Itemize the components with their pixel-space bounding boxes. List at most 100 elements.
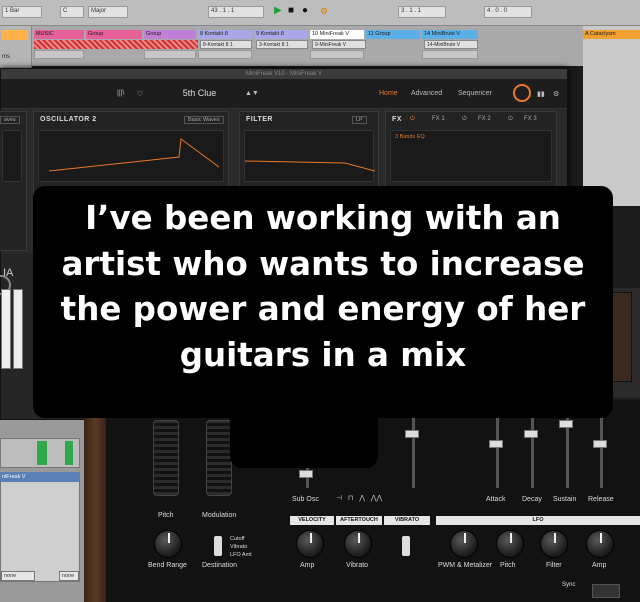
song-position[interactable]: 43 . 1 . 1 bbox=[208, 6, 264, 18]
osc2-type-tag[interactable]: Basic Waves bbox=[184, 116, 224, 124]
sub-osc-fader[interactable] bbox=[299, 470, 313, 478]
filter-type-tag[interactable]: LP bbox=[352, 116, 367, 124]
decay-label: Decay bbox=[522, 496, 542, 503]
clip-slot[interactable] bbox=[144, 50, 196, 59]
osc1-type-tag[interactable]: aves bbox=[0, 116, 20, 124]
pwm-metalizer-label: PWM & Metalizer bbox=[438, 562, 493, 569]
track-header-cataclysm[interactable]: A Cataclysm bbox=[583, 30, 640, 39]
session-track-headers: MUSIC Group Group 8 Kontakt 8 9 Kontakt … bbox=[0, 26, 640, 66]
device-title[interactable]: niFreak V bbox=[0, 472, 80, 482]
destination-label: Destination bbox=[202, 562, 238, 569]
fx-power-icon[interactable]: ⏻ bbox=[410, 116, 415, 123]
osc2-title: OSCILLATOR 2 bbox=[40, 116, 97, 123]
velocity-amp-knob[interactable] bbox=[296, 530, 324, 558]
clip-slot[interactable] bbox=[310, 50, 364, 59]
track-header-group[interactable]: Group bbox=[86, 30, 142, 39]
sustain-fader[interactable] bbox=[559, 420, 573, 428]
group-clip-strip[interactable] bbox=[34, 40, 198, 49]
play-icon[interactable]: ▶ bbox=[274, 6, 282, 16]
fx-power-icon-2[interactable]: ⏻ bbox=[462, 116, 467, 123]
lfo-sync-switch[interactable] bbox=[592, 584, 620, 598]
fx-title: FX bbox=[392, 116, 402, 123]
clip-slot[interactable] bbox=[198, 50, 252, 59]
loop-length[interactable]: 4 . 0 . 0 bbox=[484, 6, 532, 18]
settings-gear-icon[interactable]: ⚙ bbox=[553, 90, 559, 98]
track-header-group-2[interactable]: Group bbox=[144, 30, 196, 39]
left-label: ms bbox=[2, 54, 10, 60]
pitch-wheel-label: Pitch bbox=[158, 512, 174, 519]
vibrato-switch[interactable] bbox=[402, 536, 410, 556]
lfo-pwm-knob[interactable] bbox=[450, 530, 478, 558]
lfo-filter-knob[interactable] bbox=[540, 530, 568, 558]
clip-kontakt-8[interactable]: 8-Kontakt 8 1 bbox=[200, 40, 252, 49]
fx-tab-2[interactable]: FX 2 bbox=[478, 116, 491, 122]
meter-icon: ▮▮ bbox=[537, 91, 545, 98]
daw-right-panel: A Cataclysm bbox=[583, 26, 640, 206]
fx-tab-3[interactable]: FX 3 bbox=[524, 116, 537, 122]
master-volume-knob[interactable] bbox=[513, 84, 531, 102]
track-header-minifreak[interactable]: 10 MiniFreak V bbox=[310, 30, 364, 39]
clip-minifreak[interactable]: 9-MiniFreak V bbox=[312, 40, 366, 49]
filter-curve bbox=[245, 160, 375, 172]
mod-dest-vibrato: Vibrato bbox=[230, 544, 248, 550]
lfo-pitch-knob[interactable] bbox=[496, 530, 524, 558]
attack-fader[interactable] bbox=[489, 440, 503, 448]
bar-length-select[interactable]: 1 Bar bbox=[2, 6, 42, 18]
clip-slot[interactable] bbox=[34, 50, 84, 59]
device-field-left[interactable]: none bbox=[1, 571, 35, 581]
release-label: Release bbox=[588, 496, 614, 503]
clip-slot[interactable] bbox=[422, 50, 478, 59]
library-icon[interactable]: |||\ bbox=[117, 90, 124, 97]
mod-wheel[interactable] bbox=[206, 420, 232, 496]
fx-power-icon-3[interactable]: ⏻ bbox=[508, 116, 513, 123]
clip-kontakt-3[interactable]: 3-Kontakt 8 1 bbox=[256, 40, 308, 49]
wood-side-panel bbox=[84, 418, 106, 602]
plugin-header: |||\ ♡ 5th Clue ▲▼ Home Advanced Sequenc… bbox=[1, 79, 567, 109]
pitch-wheel[interactable] bbox=[153, 420, 179, 496]
osc2-waveform bbox=[48, 138, 220, 172]
aftertouch-vibrato-knob[interactable] bbox=[344, 530, 372, 558]
decay-fader[interactable] bbox=[524, 430, 538, 438]
piano-key[interactable] bbox=[1, 289, 11, 369]
mixer-fader-track bbox=[412, 408, 415, 488]
loop-start[interactable]: 3 . 1 . 1 bbox=[398, 6, 446, 18]
mod-destination-switch[interactable] bbox=[214, 536, 222, 556]
release-fader[interactable] bbox=[593, 440, 607, 448]
left-track-color[interactable] bbox=[2, 30, 28, 40]
clip-minibrute[interactable]: 14-MiniBrute V bbox=[424, 40, 478, 49]
track-header-minibrute[interactable]: 14 MiniBrute V bbox=[422, 30, 478, 39]
tab-advanced[interactable]: Advanced bbox=[411, 90, 442, 97]
preset-nav-arrows-icon[interactable]: ▲▼ bbox=[245, 90, 259, 97]
automation-arm-icon[interactable]: ⚙ bbox=[320, 6, 328, 16]
plugin-title-bar[interactable]: MiniFreak V10 - MiniFreak V bbox=[1, 69, 567, 79]
fx-tab-1[interactable]: FX 1 bbox=[432, 116, 445, 122]
filter-curve-display bbox=[244, 130, 375, 182]
mod-dest-cutoff: Cutoff bbox=[230, 536, 245, 542]
track-meter-area bbox=[0, 438, 80, 468]
track-header-kontakt-8[interactable]: 8 Kontakt 8 bbox=[198, 30, 252, 39]
lfo-pitch-label: Pitch bbox=[500, 562, 516, 569]
track-header-group-11[interactable]: 11 Group bbox=[366, 30, 420, 39]
sub-osc-label: Sub Osc bbox=[292, 496, 319, 503]
track-header-kontakt-9[interactable]: 9 Kontakt 8 bbox=[254, 30, 308, 39]
release-fader-track bbox=[600, 408, 603, 488]
bend-range-knob[interactable] bbox=[154, 530, 182, 558]
track-meter-2 bbox=[65, 441, 73, 465]
preset-name[interactable]: 5th Clue bbox=[137, 88, 262, 98]
stop-icon[interactable]: ■ bbox=[288, 6, 294, 16]
scale-select[interactable]: Major bbox=[88, 6, 128, 18]
attack-label: Attack bbox=[486, 496, 506, 503]
track-header-music[interactable]: MUSIC bbox=[34, 30, 84, 39]
lfo-amp-label: Amp bbox=[592, 562, 607, 569]
record-icon[interactable]: ● bbox=[302, 6, 308, 16]
device-field-right[interactable]: none bbox=[59, 571, 79, 581]
tab-home[interactable]: Home bbox=[379, 90, 398, 97]
mixer-fader[interactable] bbox=[405, 430, 419, 438]
piano-key[interactable] bbox=[13, 289, 23, 369]
filter-title: FILTER bbox=[246, 116, 273, 123]
tab-sequencer[interactable]: Sequencer bbox=[458, 90, 492, 97]
oscillator-1-module: aves bbox=[0, 111, 27, 251]
lfo-amp-knob[interactable] bbox=[586, 530, 614, 558]
key-select[interactable]: C bbox=[60, 6, 84, 18]
osc2-scope bbox=[38, 130, 224, 182]
